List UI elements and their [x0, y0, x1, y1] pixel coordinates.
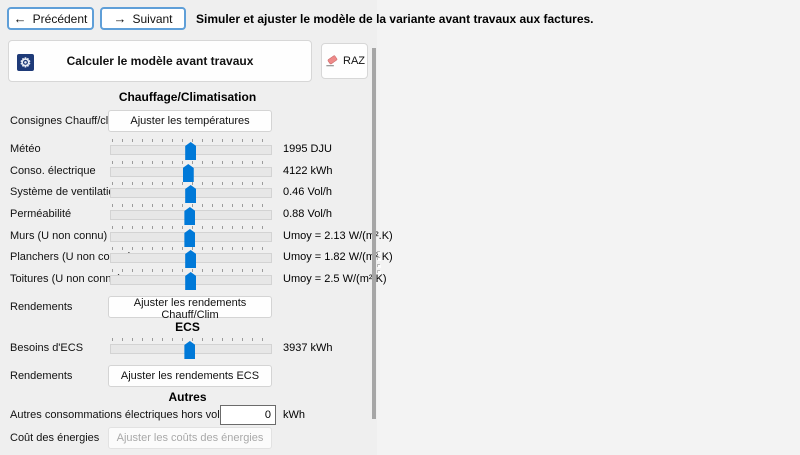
- meteo-value: 1995 DJU: [283, 137, 332, 161]
- calculate-model-label: Calculer le modèle avant travaux: [67, 54, 254, 68]
- permeabilite-slider[interactable]: [110, 202, 272, 226]
- toitures-row: Toitures (U non connu) Umoy = 2.5 W/(m².…: [0, 267, 375, 291]
- simulation-window: ← Précédent → Suivant Simuler et ajuster…: [0, 0, 800, 455]
- page-title: Simuler et ajuster le modèle de la varia…: [196, 12, 594, 26]
- section-heading-autres: Autres: [0, 390, 375, 404]
- autres-consommations-row: Autres consommations électriques hors vo…: [0, 403, 375, 427]
- previous-label: Précédent: [33, 12, 88, 26]
- next-button[interactable]: → Suivant: [100, 7, 186, 30]
- besoins-ecs-label: Besoins d'ECS: [10, 336, 83, 360]
- permeabilite-value: 0.88 Vol/h: [283, 202, 332, 226]
- ventilation-label: Système de ventilation: [10, 180, 121, 204]
- ventilation-value: 0.46 Vol/h: [283, 180, 332, 204]
- adjust-couts-energies-button[interactable]: Ajuster les coûts des énergies: [108, 427, 272, 449]
- rendements-ecs-row: Rendements Ajuster les rendements ECS: [0, 364, 375, 388]
- consignes-row: Consignes Chauff/clim Ajuster les tempér…: [0, 109, 375, 133]
- meteo-row: Météo 1995 DJU: [0, 137, 375, 161]
- besoins-ecs-row: Besoins d'ECS 3937 kWh: [0, 336, 375, 360]
- permeabilite-label: Perméabilité: [10, 202, 71, 226]
- planchers-slider[interactable]: [110, 245, 272, 269]
- previous-button[interactable]: ← Précédent: [7, 7, 94, 30]
- calculate-model-button[interactable]: ⚙ Calculer le modèle avant travaux: [8, 40, 312, 82]
- slider-ticks: [112, 161, 270, 164]
- slider-ticks: [112, 182, 270, 185]
- vertical-splitter[interactable]: [372, 48, 376, 419]
- cout-energies-row: Coût des énergies Ajuster les coûts des …: [0, 426, 375, 450]
- slider-ticks: [112, 226, 270, 229]
- besoins-ecs-slider[interactable]: [110, 336, 272, 360]
- rendements-chauffage-row: Rendements Ajuster les rendements Chauff…: [0, 295, 375, 319]
- cout-energies-label: Coût des énergies: [10, 426, 99, 450]
- toitures-label: Toitures (U non connu): [10, 267, 121, 291]
- meteo-slider[interactable]: [110, 137, 272, 161]
- section-heading-ecs: ECS: [0, 320, 375, 334]
- slider-ticks: [112, 338, 270, 341]
- autres-consommations-label: Autres consommations électriques hors vo…: [10, 403, 241, 427]
- raz-label: RAZ: [343, 55, 365, 67]
- consignes-label: Consignes Chauff/clim: [10, 109, 120, 133]
- planchers-row: Planchers (U non connu) Umoy = 1.82 W/(m…: [0, 245, 375, 269]
- slider-ticks: [112, 139, 270, 142]
- gear-icon: ⚙: [17, 54, 34, 71]
- next-label: Suivant: [132, 12, 172, 26]
- adjust-rendements-chauffclim-button[interactable]: Ajuster les rendements Chauff/Clim: [108, 296, 272, 318]
- slider-ticks: [112, 247, 270, 250]
- ventilation-slider[interactable]: [110, 180, 272, 204]
- slider-ticks: [112, 204, 270, 207]
- eraser-icon: [324, 54, 339, 69]
- adjust-rendements-ecs-button[interactable]: Ajuster les rendements ECS: [108, 365, 272, 387]
- section-heading-chauffage: Chauffage/Climatisation: [0, 90, 375, 104]
- slider-ticks: [112, 269, 270, 272]
- kwh-unit-label: kWh: [283, 403, 305, 427]
- splitter-grip-dots[interactable]: [378, 252, 382, 274]
- empty-right-pane: [377, 0, 800, 455]
- adjust-temperatures-button[interactable]: Ajuster les températures: [108, 110, 272, 132]
- permeabilite-row: Perméabilité 0.88 Vol/h: [0, 202, 375, 226]
- rendements-ecs-label: Rendements: [10, 364, 72, 388]
- raz-button[interactable]: RAZ: [321, 43, 368, 79]
- right-arrow-icon: →: [113, 12, 126, 25]
- meteo-label: Météo: [10, 137, 41, 161]
- besoins-ecs-value: 3937 kWh: [283, 336, 333, 360]
- autres-consommations-input[interactable]: [220, 405, 276, 425]
- ventilation-row: Système de ventilation 0.46 Vol/h: [0, 180, 375, 204]
- toitures-slider[interactable]: [110, 267, 272, 291]
- left-arrow-icon: ←: [14, 12, 27, 25]
- rendements-chauffage-label: Rendements: [10, 295, 72, 319]
- planchers-value: Umoy = 1.82 W/(m².K): [283, 245, 393, 269]
